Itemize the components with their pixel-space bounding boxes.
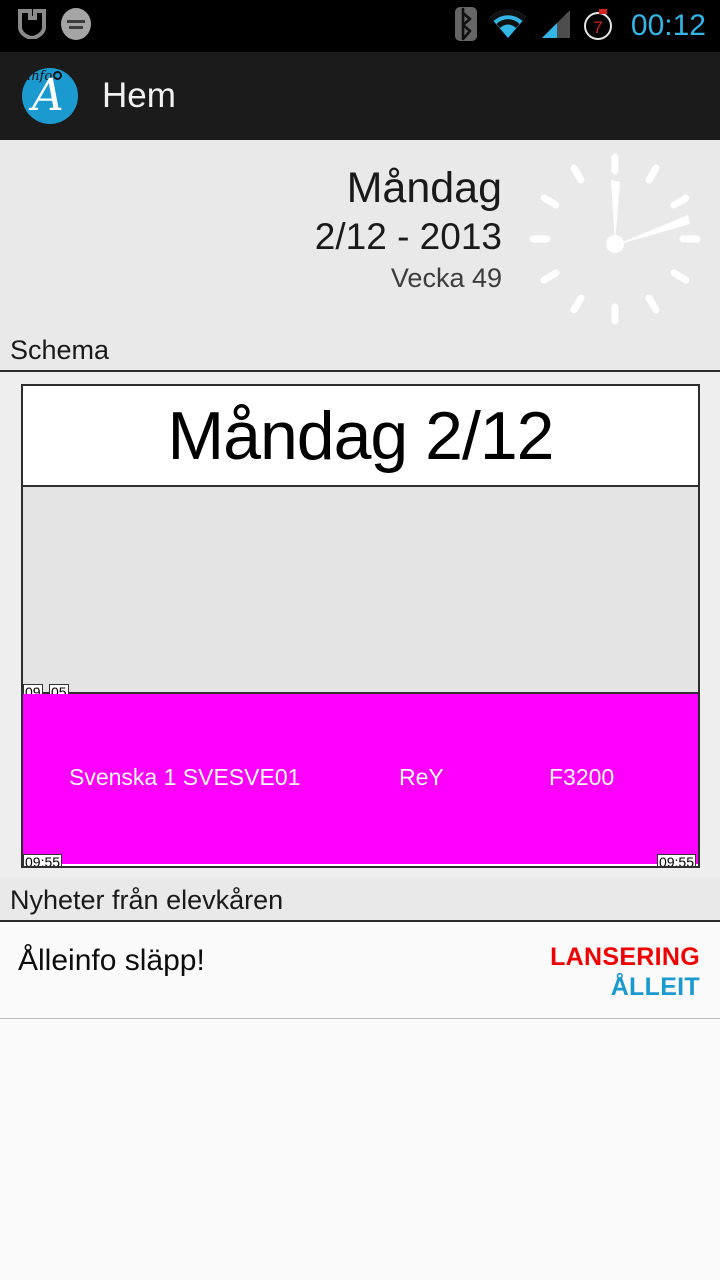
date-text-block: Måndag 2/12 - 2013 Vecka 49 (315, 162, 502, 296)
schedule-lesson-end-time-right: 09:55 (656, 854, 696, 868)
schedule-section[interactable]: Måndag 2/12 09 05 Svenska 1 SVESVE01 ReY… (0, 372, 720, 878)
lesson-subject: Svenska 1 SVESVE01 (69, 764, 301, 790)
action-bar: info A Hem (0, 52, 720, 140)
date-panel: Måndag 2/12 - 2013 Vecka 49 (0, 140, 720, 328)
lesson-room: F3200 (549, 764, 615, 790)
schedule-lesson-block[interactable]: Svenska 1 SVESVE01 ReY F3200 09:55 09:55 (23, 694, 698, 866)
circular-badge-icon (60, 7, 92, 46)
lesson-teacher: ReY (399, 764, 444, 790)
schedule-lesson-row: Svenska 1 SVESVE01 ReY F3200 (23, 764, 698, 791)
section-header-news: Nyheter från elevkåren (0, 878, 720, 922)
status-bar-left-icons (18, 7, 92, 46)
date-full: 2/12 - 2013 (314, 216, 502, 257)
date-weekday: Måndag (346, 164, 502, 212)
schedule-free-block: 09 05 (23, 487, 698, 700)
news-item-title: Ålleinfo släpp! (18, 944, 205, 977)
bluetooth-icon (454, 6, 477, 46)
app-icon-letter: A (32, 70, 64, 121)
page-title: Hem (102, 76, 176, 115)
status-bar-clock: 00:12 (630, 9, 706, 42)
news-tag-secondary: ÅLLEIT (610, 973, 700, 1001)
status-bar-right-icons: 7 00:12 (454, 6, 706, 46)
analog-clock-icon (520, 144, 710, 328)
date-week-number: Vecka 49 (390, 263, 502, 293)
alarm-count: 7 (593, 18, 602, 37)
schedule-lesson-end-time-left: 09:55 (23, 854, 63, 868)
cellular-signal-icon (539, 8, 571, 45)
alleinfo-app-icon[interactable]: info A (22, 68, 78, 124)
shield-logo-icon (18, 8, 46, 44)
schedule-day-header: Måndag 2/12 (23, 386, 698, 487)
news-list: Ålleinfo släpp! LANSERING ÅLLEIT (0, 922, 720, 1019)
section-header-schema: Schema (0, 328, 720, 372)
wifi-icon (488, 8, 528, 45)
alarm-timer-icon: 7 (582, 7, 614, 46)
news-tag-primary: LANSERING (550, 943, 700, 971)
schedule-image[interactable]: Måndag 2/12 09 05 Svenska 1 SVESVE01 ReY… (21, 384, 700, 868)
list-item[interactable]: Ålleinfo släpp! LANSERING ÅLLEIT (0, 922, 720, 1019)
main-content: Måndag 2/12 - 2013 Vecka 49 Schema Månda… (0, 140, 720, 1280)
news-item-tags: LANSERING ÅLLEIT (550, 942, 700, 1002)
status-bar[interactable]: 7 00:12 (0, 0, 720, 52)
